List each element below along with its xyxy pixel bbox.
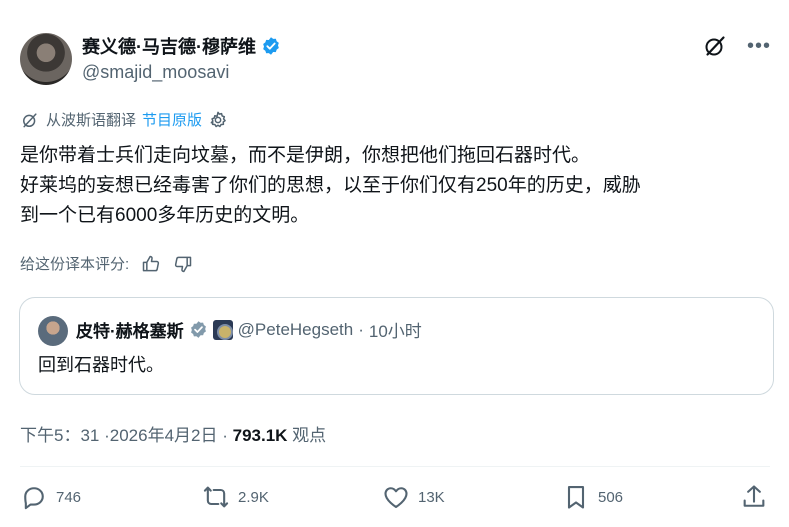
grok-icon[interactable] [703,34,727,58]
views-label: 观点 [292,426,327,445]
divider [20,466,770,467]
gear-icon[interactable] [208,110,228,130]
quote-header: 皮特·赫格塞斯 @PeteHegseth · 10小时 [76,317,422,342]
reply-button[interactable]: 746 [20,483,81,511]
tweet-line: 是你带着士兵们走向坟墓，而不是伊朗，你想把他们拖回石器时代。 [20,145,591,166]
rate-translation: 给这份译本评分: [20,253,193,274]
view-count: 793.1K [232,426,288,445]
author-display-name[interactable]: 赛义德·马吉德·穆萨维 [82,33,256,59]
tweet-timestamp[interactable]: 下午5：31 ·2026年4月2日 · [20,426,228,445]
bookmark-button[interactable]: 506 [562,483,623,511]
thumbs-down-icon[interactable] [173,254,193,274]
translation-bar: 从波斯语翻译 节目原版 [20,109,228,130]
like-icon [384,487,408,508]
tweet-line: 到一个已有6000多年历史的文明。 [20,205,310,226]
like-count: 13K [418,488,445,506]
quote-handle[interactable]: @PeteHegseth [238,320,354,340]
show-original-link[interactable]: 节目原版 [142,109,202,130]
quote-display-name[interactable]: 皮特·赫格塞斯 [76,317,184,342]
translate-icon [23,112,37,127]
rate-label: 给这份译本评分: [20,256,130,273]
thumbs-up-icon[interactable] [141,254,161,274]
bookmark-count: 506 [598,488,624,506]
tweet-text: 是你带着士兵们走向坟墓，而不是伊朗，你想把他们拖回石器时代。 好莱坞的妄想已经毒… [20,141,770,231]
tweet-meta: 下午5：31 ·2026年4月2日 · 793.1K 观点 [20,421,326,446]
bookmark-icon [567,486,585,509]
quote-time[interactable]: 10小时 [369,317,422,342]
top-actions: ••• [703,34,771,58]
repost-count: 2.9K [238,488,269,506]
quoted-tweet[interactable]: 皮特·赫格塞斯 @PeteHegseth · 10小时 回到石器时代。 [19,297,774,395]
gray-verified-icon [190,321,206,338]
share-button[interactable] [740,483,768,511]
author-handle[interactable]: @smajid_moosavi [82,62,229,83]
tweet-line: 好莱坞的妄想已经毒害了你们的思想，以至于你们仅有250年的历史，威胁 [20,175,641,196]
more-icon[interactable]: ••• [747,36,771,56]
quote-text: 回到石器时代。 [38,355,164,375]
reply-icon [24,487,44,510]
repost-button[interactable]: 2.9K [202,483,269,511]
quote-separator: · [358,319,364,339]
like-button[interactable]: 13K [382,483,445,511]
author-name-row: 赛义德·马吉德·穆萨维 [82,33,281,59]
affiliation-seal-icon [212,319,233,340]
author-avatar[interactable] [20,33,72,85]
action-bar: 746 2.9K 13K 506 [20,483,770,515]
share-icon [743,485,765,507]
verified-icon [263,37,279,55]
quote-avatar[interactable] [38,316,68,346]
translation-source: 从波斯语翻译 [46,112,137,129]
repost-icon [203,486,229,508]
reply-count: 746 [56,488,82,506]
